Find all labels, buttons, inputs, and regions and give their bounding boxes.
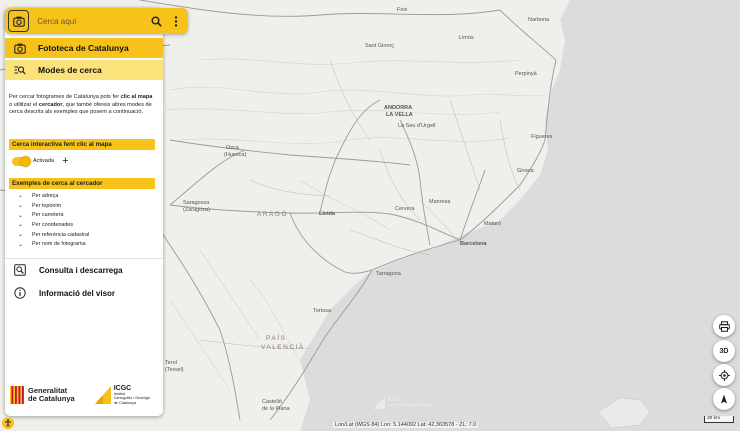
info-icon [14, 287, 26, 299]
search-description: Per cercar fotogrames de Catalunya pots … [9, 94, 153, 116]
svg-text:Terol: Terol [165, 360, 177, 366]
svg-text:Castelló: Castelló [262, 399, 282, 405]
camera-icon [12, 16, 25, 27]
3d-view-button[interactable]: 3D [713, 340, 735, 362]
map-scale: 30 km [704, 416, 734, 423]
svg-text:Girona: Girona [517, 168, 534, 174]
printer-icon [718, 320, 730, 332]
menu-fototeca-label: Fototeca de Catalunya [38, 43, 129, 53]
compass-icon [721, 394, 727, 403]
menu-consulta-label: Consulta i descarrega [39, 265, 123, 275]
svg-text:Narbona: Narbona [528, 17, 550, 23]
svg-text:Limós: Limós [459, 35, 474, 41]
menu-consulta-descarrega[interactable]: Consulta i descarrega [5, 263, 163, 277]
svg-text:Osca: Osca [226, 145, 240, 151]
svg-text:Saragossa: Saragossa [183, 200, 210, 206]
coordinates-readout: Lon/Lat (WGS 84) Lon: 5.144092 Lat: 42.3… [333, 422, 479, 428]
map-watermark-logo: ICGC Institut Cartogràfic i Geològic [372, 396, 433, 410]
menu-fototeca[interactable]: Fototeca de Catalunya [5, 38, 163, 58]
svg-text:VALENCIÀ: VALENCIÀ [261, 342, 305, 351]
svg-text:(Huesca): (Huesca) [224, 152, 246, 158]
chevron-down-icon: ⌄ [18, 193, 24, 200]
side-panel: Fototeca de Catalunya Modes de cerca Per… [5, 8, 163, 416]
search-icon[interactable] [149, 13, 164, 29]
search-input[interactable] [35, 10, 150, 32]
svg-text:Sant Gironç: Sant Gironç [365, 43, 394, 49]
svg-text:PAÍS: PAÍS [266, 333, 286, 342]
image-search-icon [14, 264, 26, 276]
locate-button[interactable] [713, 364, 735, 386]
svg-text:(Zaragoza): (Zaragoza) [183, 207, 210, 213]
crosshair-icon [718, 369, 730, 381]
svg-text:Figueres: Figueres [531, 134, 553, 140]
toggle-label: Activada [33, 158, 55, 164]
svg-text:Barcelona: Barcelona [460, 241, 488, 247]
print-button[interactable] [713, 315, 735, 337]
chevron-down-icon: ⌄ [18, 222, 24, 229]
examples-header: Exemples de cerca al cercador [9, 178, 155, 189]
icgc-logo[interactable]: ICGC Institut Cartogràfic i Geològic de … [94, 385, 150, 405]
interactive-toggle-row: Activada + [12, 155, 69, 167]
footer-logos: Generalitat de Catalunya ICGC Institut Ca… [10, 380, 156, 410]
example-adreca[interactable]: ⌄ Per adreça [9, 191, 155, 201]
example-referencia-cadastral[interactable]: ⌄ Per referència cadastral [9, 230, 155, 240]
generalitat-logo[interactable]: Generalitat de Catalunya [10, 386, 75, 404]
svg-text:ARAGÓ: ARAGÓ [257, 209, 288, 218]
menu-informacio-label: Informació del visor [39, 288, 116, 298]
chevron-down-icon: ⌄ [18, 203, 24, 210]
svg-text:Foix: Foix [397, 7, 408, 13]
chevron-down-icon: ⌄ [18, 212, 24, 219]
svg-text:ANDORRA: ANDORRA [384, 105, 412, 111]
camera-icon [13, 41, 27, 55]
search-list-icon [13, 63, 27, 77]
menu-modes-label: Modes de cerca [38, 65, 102, 75]
svg-text:Perpinyà: Perpinyà [515, 71, 538, 77]
menu-informacio-visor[interactable]: Informació del visor [5, 286, 163, 300]
examples-list: ⌄ Per adreça ⌄ Per topònim ⌄ Per carretera … [9, 191, 155, 259]
svg-text:de la Plana: de la Plana [262, 406, 290, 412]
example-toponim[interactable]: ⌄ Per topònim [9, 201, 155, 211]
svg-text:Lleida: Lleida [319, 211, 336, 217]
more-options-icon[interactable] [169, 13, 184, 29]
svg-text:Manresa: Manresa [429, 199, 451, 205]
fototeca-camera-button[interactable] [8, 10, 30, 32]
menu-modes-cerca[interactable]: Modes de cerca [5, 60, 163, 80]
interactive-toggle[interactable] [12, 155, 31, 167]
example-coordenades[interactable]: ⌄ Per coordenades [9, 220, 155, 230]
interactive-search-header: Cerca interactiva fent clic al mapa [9, 139, 155, 150]
example-carretera[interactable]: ⌄ Per carretera [9, 210, 155, 220]
accessibility-icon[interactable] [2, 417, 14, 429]
add-icon[interactable]: + [62, 156, 68, 167]
search-bar [5, 8, 188, 34]
chevron-down-icon: ⌄ [18, 241, 24, 248]
example-nom-fotograma[interactable]: ⌄ Per nom de fotograma [9, 239, 155, 249]
svg-text:Cervera: Cervera [395, 206, 416, 212]
svg-text:Tortosa: Tortosa [313, 308, 332, 314]
svg-text:Tarragona: Tarragona [376, 271, 402, 277]
svg-text:LA VELLA: LA VELLA [386, 112, 413, 118]
svg-text:(Teruel): (Teruel) [165, 367, 184, 373]
svg-text:Mataró: Mataró [484, 221, 501, 227]
compass-button[interactable] [713, 388, 735, 410]
chevron-down-icon: ⌄ [18, 232, 24, 239]
svg-text:La Seu d'Urgell: La Seu d'Urgell [398, 123, 435, 129]
